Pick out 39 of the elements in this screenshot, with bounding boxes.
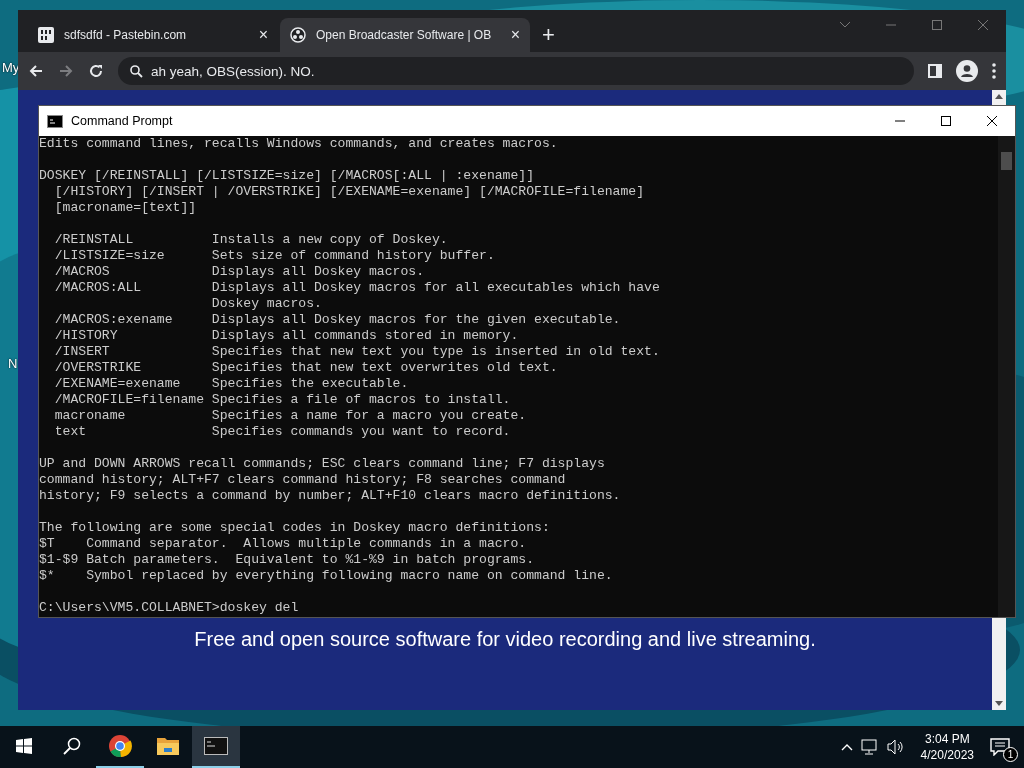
clock[interactable]: 3:04 PM 4/20/2023 — [920, 731, 974, 763]
console-line: /MACROS:ALL Displays all Doskey macros for all executables which have — [53, 280, 661, 296]
browser-tab[interactable]: sdfsdfd - Pastebin.com × — [28, 18, 278, 52]
console-line: [macroname=[text]] — [53, 200, 198, 216]
icon-label[interactable]: N — [8, 354, 18, 374]
console-line: command history; ALT+F7 clears command history; F8 searches command — [39, 472, 567, 488]
close-tab-button[interactable]: × — [510, 23, 520, 47]
console-line: [/HISTORY] [/INSERT | /OVERSTRIKE] [/EXENAME=exename] [/MACROFILE=filename] — [53, 184, 646, 200]
console-line: /HISTORY Displays all commands stored in memory. — [53, 328, 520, 344]
console-line: /MACROS Displays all Doskey macros. — [53, 264, 426, 280]
new-tab-button[interactable]: + — [542, 24, 555, 46]
console-line: $* Symbol replaced by everything following macro name on command line. — [39, 568, 614, 584]
console-line: /MACROFILE=filename Specifies a file of macros to install. — [53, 392, 512, 408]
console-line: /OVERSTRIKE Specifies that new text overwrites old text. — [53, 360, 559, 376]
tab-title: sdfsdfd - Pastebin.com — [64, 27, 188, 44]
notification-button[interactable]: 1 — [990, 734, 1016, 760]
tagline: Free and open source software for video recording and live streaming. — [194, 627, 816, 652]
console-line: Doskey macros. — [210, 296, 323, 312]
console-line: /MACROS:exename Displays all Doskey macros for the given executable. — [53, 312, 622, 328]
console-line: DOSKEY [/REINSTALL] [/LISTSIZE=size] [/MACROS[:ALL | :exename]] — [39, 168, 536, 184]
console-line: /EXENAME=exename Specifies the executable. — [53, 376, 410, 392]
console-line: /INSERT Specifies that new text you type is inserted in old text. — [53, 344, 661, 360]
window-title: Command Prompt — [71, 112, 173, 130]
console-line: C:\Users\VM5.COLLABNET>doskey del — [39, 600, 300, 616]
console-line: $T Command separator. Allows multiple commands in a macro. — [39, 536, 528, 552]
console-line: $1-$9 Batch parameters. Equivalent to %1-%9 in batch programs. — [39, 552, 536, 568]
close-tab-button[interactable]: × — [258, 23, 268, 47]
browser-tab[interactable]: Open Broadcaster Software | OB × — [280, 18, 530, 52]
console-line: text Specifies commands you want to record. — [53, 424, 512, 440]
console-line: history; F9 selects a command by number; ALT+F10 clears macro definitions. — [39, 488, 622, 504]
console-line: Edits command lines, recalls Windows commands, and creates macros. — [39, 136, 559, 152]
console-line: UP and DOWN ARROWS recall commands; ESC clears command line; F7 displays — [39, 456, 606, 472]
console-line: macroname Specifies a name for a macro you create. — [53, 408, 528, 424]
console-line: /LISTSIZE=size Sets size of command history buffer. — [53, 248, 496, 264]
console-line: /REINSTALL Installs a new copy of Doskey. — [53, 232, 449, 248]
tab-title: Open Broadcaster Software | OB — [316, 27, 493, 44]
console-line: The following are some special codes in Doskey macro definitions: — [39, 520, 551, 536]
address-field[interactable]: ah yeah, OBS(ession). NO. — [118, 57, 914, 85]
icon-label[interactable]: My — [2, 58, 20, 78]
